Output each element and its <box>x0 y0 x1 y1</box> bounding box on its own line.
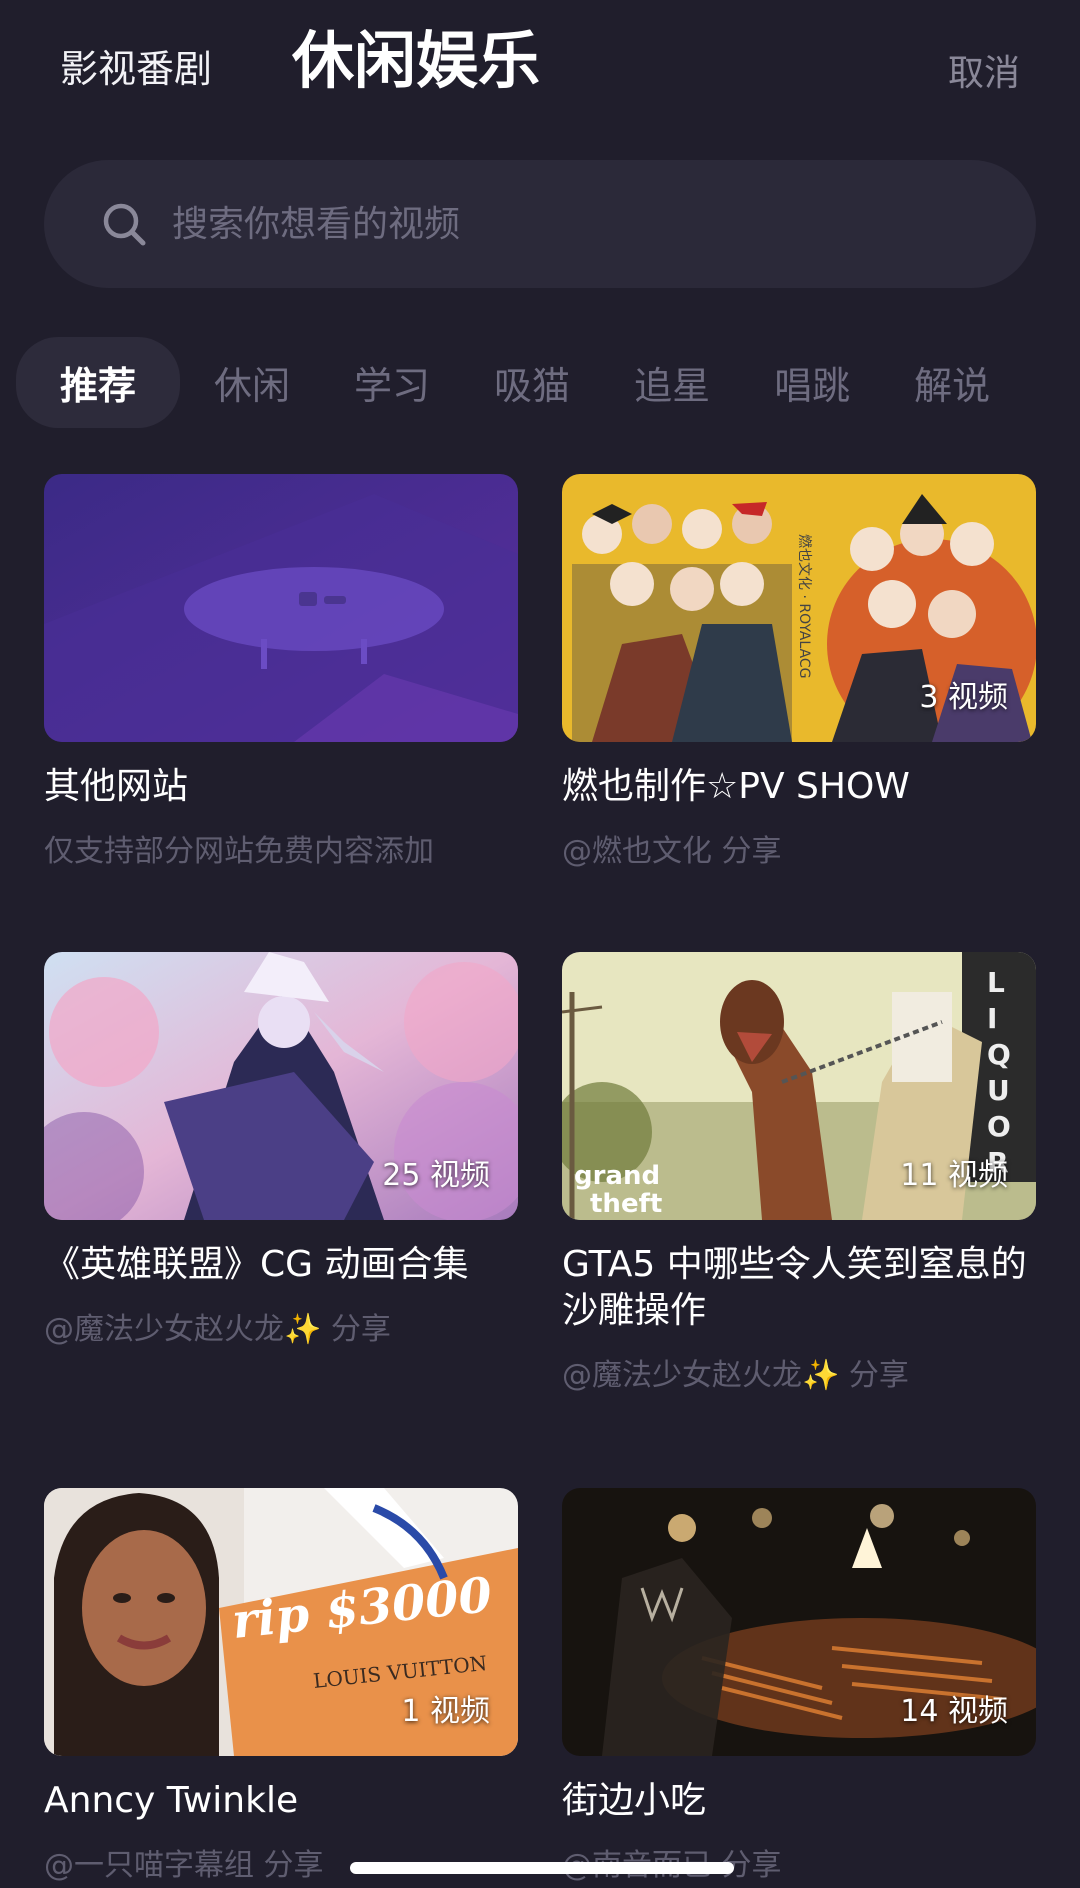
tab-leisure-entertainment[interactable]: 休闲娱乐 <box>292 10 540 100</box>
video-count-badge: 11 视频 <box>900 1158 1008 1193</box>
video-count-badge: 1 视频 <box>401 1694 490 1729</box>
card-subtitle: @魔法少女赵火龙✨ 分享 <box>44 1312 391 1347</box>
category-tab-leisure[interactable]: 休闲 <box>214 355 290 410</box>
collection-card-anncy-twinkle[interactable]: rip $3000 LOUIS VUITTON 1 视频 Anncy Twink… <box>44 1488 518 1884</box>
card-thumbnail: 14 视频 <box>562 1488 1036 1756</box>
card-title: Anncy Twinkle <box>44 1780 299 1821</box>
category-tab-sing-dance[interactable]: 唱跳 <box>774 355 850 410</box>
category-tabs: 推荐 休闲 学习 吸猫 追星 唱跳 解说 <box>16 336 1054 428</box>
card-title: GTA5 中哪些令人笑到窒息的沙雕操作 <box>562 1244 1027 1331</box>
category-tab-recommended[interactable]: 推荐 <box>16 336 181 428</box>
poster-label: 燃也文化 · ROYALACG <box>796 534 813 678</box>
card-title: 燃也制作☆PV SHOW <box>562 766 910 807</box>
liquor-sign-letter: U <box>987 1074 1010 1107</box>
card-thumbnail <box>44 474 518 742</box>
collection-card-street-food[interactable]: 14 视频 街边小吃 @南音而已 分享 <box>562 1488 1036 1884</box>
card-thumbnail: rip $3000 LOUIS VUITTON 1 视频 <box>44 1488 518 1756</box>
card-title: 街边小吃 <box>562 1780 707 1821</box>
collection-card-lol-cg[interactable]: 25 视频 《英雄联盟》CG 动画合集 @魔法少女赵火龙✨ 分享 <box>44 952 518 1348</box>
collection-card-gta5[interactable]: grand theft LIQUOR 11 视频 GTA5 中哪些令人笑到窒息的… <box>562 952 1036 1394</box>
search-bar[interactable] <box>44 160 1036 288</box>
card-thumbnail: 燃也文化 · ROYALACG 3 视频 <box>562 474 1036 742</box>
tab-film-anime[interactable]: 影视番剧 <box>60 38 212 93</box>
video-count-badge: 3 视频 <box>919 680 1008 715</box>
card-subtitle: @魔法少女赵火龙✨ 分享 <box>562 1358 909 1393</box>
card-title: 其他网站 <box>44 766 189 807</box>
home-indicator <box>350 1862 734 1874</box>
gta-logo-line1: grand <box>574 1161 660 1191</box>
card-thumbnail: 25 视频 <box>44 952 518 1220</box>
card-thumbnail: grand theft LIQUOR 11 视频 <box>562 952 1036 1220</box>
collection-card-pv-show[interactable]: 燃也文化 · ROYALACG 3 视频 燃也制作☆PV SHOW @燃也文化 … <box>562 474 1036 870</box>
top-tabs: 影视番剧 休闲娱乐 <box>60 10 540 100</box>
category-tab-study[interactable]: 学习 <box>354 355 430 410</box>
category-tab-idols[interactable]: 追星 <box>634 355 710 410</box>
search-icon <box>103 203 146 246</box>
cancel-button[interactable]: 取消 <box>948 44 1020 96</box>
gta-logo-line2: theft <box>590 1189 662 1219</box>
page: 影视番剧 休闲娱乐 取消 推荐 休闲 学习 吸猫 追星 唱跳 解说 <box>0 0 1080 1888</box>
liquor-sign-letter: I <box>987 1002 997 1035</box>
category-tab-commentary[interactable]: 解说 <box>914 355 990 410</box>
card-subtitle: 仅支持部分网站免费内容添加 <box>44 834 434 869</box>
video-count-badge: 14 视频 <box>900 1694 1008 1729</box>
liquor-sign-letter: O <box>987 1110 1011 1143</box>
search-input[interactable] <box>170 202 1036 246</box>
liquor-sign-letter: L <box>987 966 1005 999</box>
video-count-badge: 25 视频 <box>382 1158 490 1193</box>
liquor-sign-letter: Q <box>987 1038 1011 1071</box>
card-title: 《英雄联盟》CG 动画合集 <box>44 1244 469 1285</box>
card-subtitle: @燃也文化 分享 <box>562 834 782 869</box>
category-tab-cats[interactable]: 吸猫 <box>494 355 570 410</box>
collection-card-other-websites[interactable]: 其他网站 仅支持部分网站免费内容添加 <box>44 474 518 870</box>
